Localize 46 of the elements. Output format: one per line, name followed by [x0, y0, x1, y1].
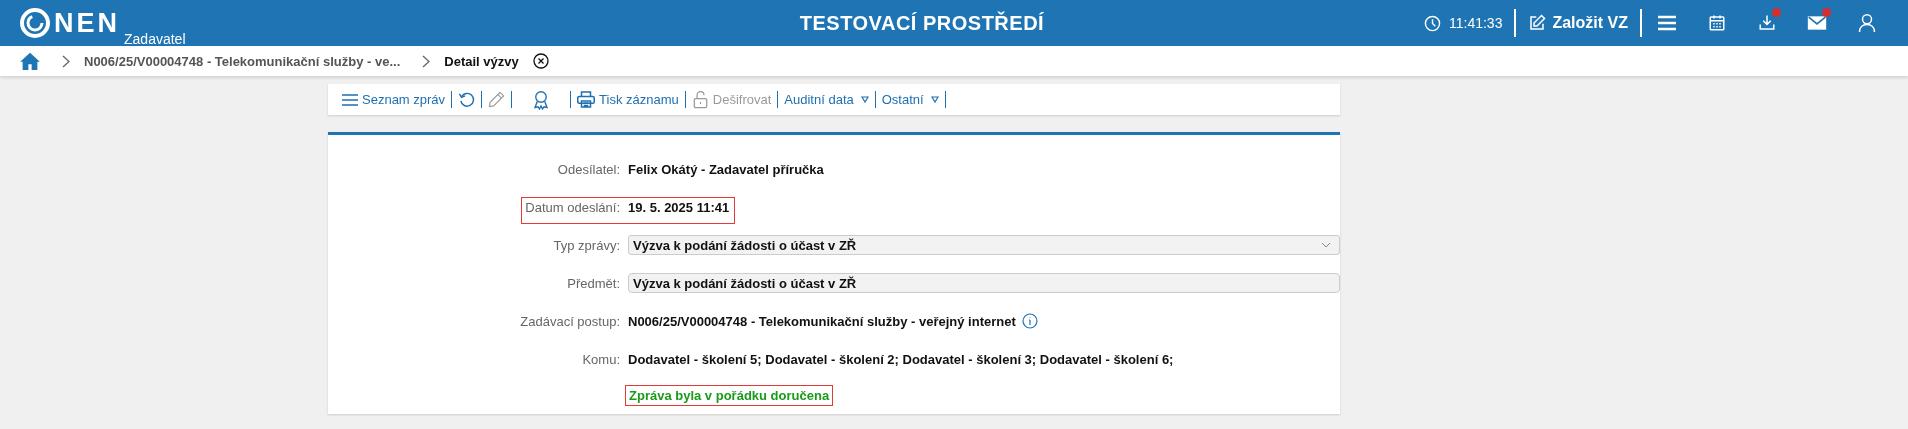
field-value: N006/25/V00004748 - Telekomunikační služby - veřejný internet: [628, 313, 1016, 329]
breadcrumb-link[interactable]: N006/25/V00004748 - Telekomunikační služby - ve...: [84, 53, 401, 69]
info-icon[interactable]: [1021, 313, 1038, 329]
award-icon: [532, 89, 551, 110]
caret-icon: [860, 96, 869, 103]
clock-icon: [1423, 14, 1441, 32]
field-label: Komu:: [582, 351, 620, 367]
role-label: Zadavatel: [124, 32, 186, 46]
lock-icon: [691, 90, 709, 109]
caret-icon: [930, 96, 939, 103]
clock-time: 11:41:33: [1448, 15, 1503, 31]
chevron-icon: [62, 54, 70, 68]
message-type-select[interactable]: Výzva k podání žádosti o účast v ZŘ: [628, 235, 1340, 255]
edit-icon: [1528, 14, 1547, 32]
field-value: Dodavatel - školení 5; Dodavatel - školení 2; Dodavatel - školení 3; Dodavatel - školení 6;: [628, 351, 1174, 367]
toolbar-button[interactable]: Seznam zpráv: [336, 87, 452, 112]
list-icon: [342, 92, 358, 107]
dropdown-button[interactable]: Auditní data: [778, 87, 875, 112]
refresh-icon: [458, 91, 476, 108]
home-icon[interactable]: [20, 52, 40, 70]
chevron-icon: [422, 54, 431, 68]
field-label: Typ zprávy:: [553, 237, 620, 253]
environment-title: TESTOVACÍ PROSTŘEDÍ: [798, 11, 1046, 35]
field-label: Předmět:: [567, 275, 620, 291]
pencil-icon: [488, 91, 506, 108]
close-icon[interactable]: [532, 53, 549, 69]
dropdown-button[interactable]: Ostatní: [875, 87, 945, 112]
field-value: 19. 5. 2025 11:41: [628, 199, 730, 215]
download-icon: [1758, 14, 1776, 32]
logo-text: NEN: [54, 8, 120, 38]
breadcrumb-current: Detail výzvy: [444, 53, 519, 69]
create-button[interactable]: Založit VZ: [1516, 8, 1640, 38]
toolbar-button[interactable]: Tisk záznamu: [571, 87, 685, 112]
subject-field[interactable]: Výzva k podání žádosti o účast v ZŘ: [628, 273, 1340, 293]
field-value: Felix Okátý - Zadavatel příručka: [628, 161, 824, 177]
field-label: Zadávací postup:: [520, 313, 620, 329]
menu-icon: [1657, 15, 1677, 31]
printer-icon: [577, 91, 596, 108]
field-label: Odesílatel:: [557, 161, 620, 177]
chevron-down-icon: [1321, 242, 1331, 248]
user-icon: [1858, 13, 1876, 33]
field-label: Datum odeslání:: [525, 199, 620, 215]
logo-icon: [20, 8, 50, 38]
status-message: Zpráva byla v pořádku doručena: [625, 385, 834, 406]
calendar-icon: [1708, 14, 1726, 32]
mail-icon: [1807, 15, 1827, 31]
